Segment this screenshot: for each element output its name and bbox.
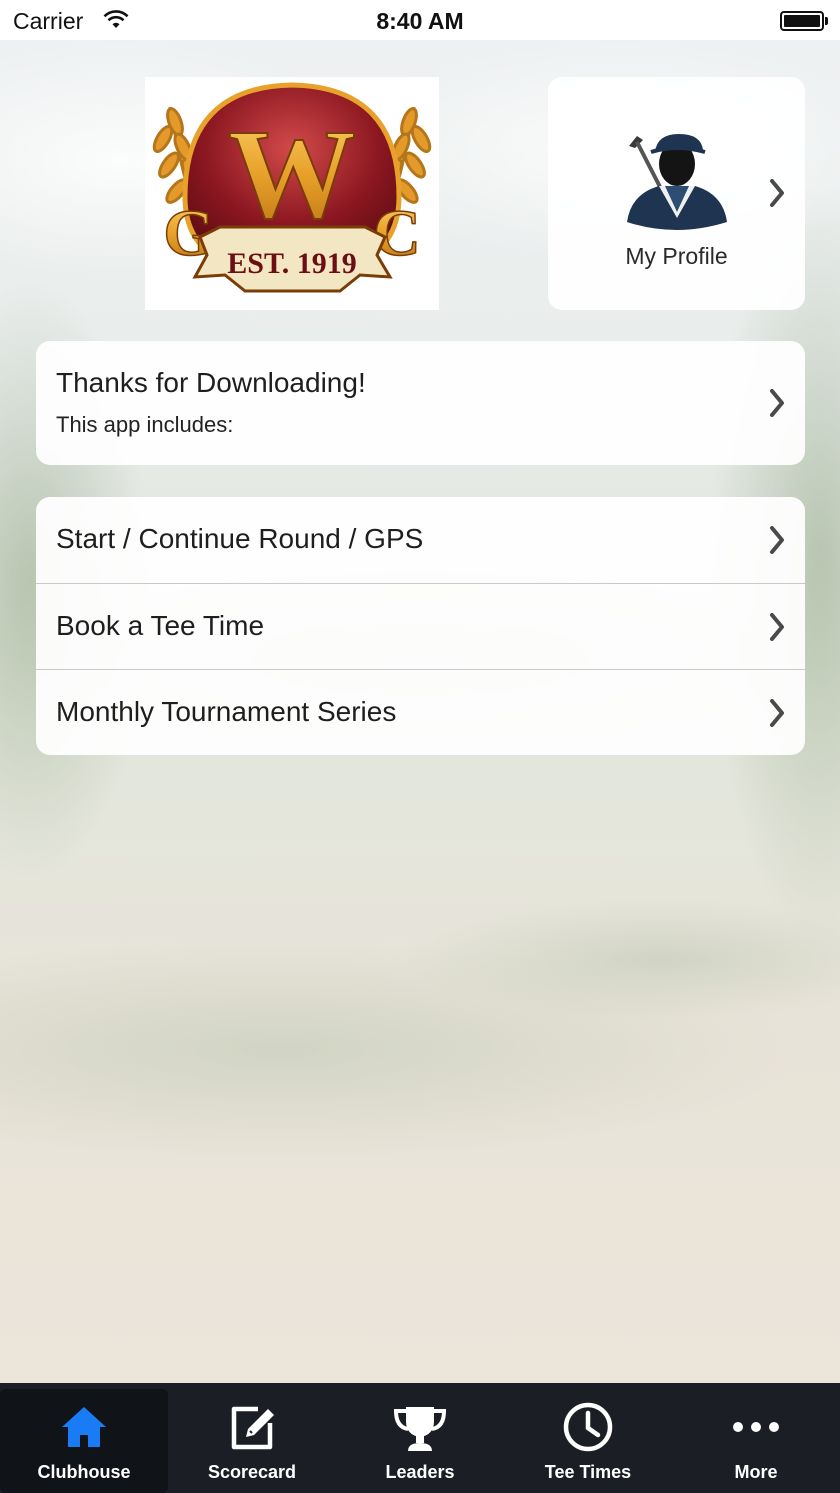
menu-item-label: Monthly Tournament Series [56, 696, 397, 727]
clock-icon [563, 1402, 613, 1452]
tab-label: Leaders [385, 1462, 455, 1482]
welcome-subtitle: This app includes: [56, 412, 234, 437]
menu-item-label: Start / Continue Round / GPS [56, 523, 424, 554]
main-menu: Start / Continue Round / GPS Book a Tee … [36, 497, 805, 755]
tab-label: Scorecard [207, 1462, 297, 1482]
tab-tee-times[interactable]: Tee Times [504, 1383, 672, 1493]
tab-scorecard[interactable]: Scorecard [168, 1383, 336, 1493]
tab-leaders[interactable]: Leaders [336, 1383, 504, 1493]
tab-more[interactable]: More [672, 1383, 840, 1493]
chevron-right-icon [769, 179, 785, 207]
chevron-right-icon [769, 613, 785, 641]
tab-label: Tee Times [544, 1462, 632, 1482]
welcome-title: Thanks for Downloading! [56, 367, 366, 398]
trophy-icon [393, 1407, 447, 1451]
menu-item-start-round[interactable]: Start / Continue Round / GPS [36, 497, 805, 583]
menu-item-tournament-series[interactable]: Monthly Tournament Series [36, 669, 805, 755]
status-time: 8:40 AM [376, 8, 464, 34]
menu-item-label: Book a Tee Time [56, 610, 265, 641]
edit-icon [231, 1406, 274, 1450]
more-dots-icon [733, 1422, 779, 1432]
status-bar: Carrier 8:40 AM [0, 0, 840, 40]
chevron-right-icon [769, 389, 785, 417]
my-profile-label: My Profile [625, 243, 728, 269]
battery-icon [780, 11, 828, 31]
golfer-avatar-icon [627, 134, 727, 230]
tab-bar: Clubhouse Scorecard Leaders Tee Times Mo… [0, 1383, 840, 1493]
home-icon [62, 1407, 106, 1447]
svg-text:EST. 1919: EST. 1919 [227, 247, 356, 280]
tab-label: Clubhouse [37, 1462, 131, 1482]
club-logo-image: W G C EST. 1919 [152, 82, 432, 293]
chevron-right-icon [769, 699, 785, 727]
club-logo: W G C EST. 1919 [145, 77, 439, 310]
chevron-right-icon [769, 526, 785, 554]
svg-text:W: W [228, 103, 356, 245]
welcome-card[interactable]: Thanks for Downloading! This app include… [36, 341, 805, 465]
menu-item-book-tee-time[interactable]: Book a Tee Time [36, 583, 805, 669]
tab-clubhouse[interactable]: Clubhouse [0, 1389, 168, 1493]
tab-label: More [734, 1462, 778, 1482]
my-profile-card[interactable]: My Profile [548, 77, 805, 310]
